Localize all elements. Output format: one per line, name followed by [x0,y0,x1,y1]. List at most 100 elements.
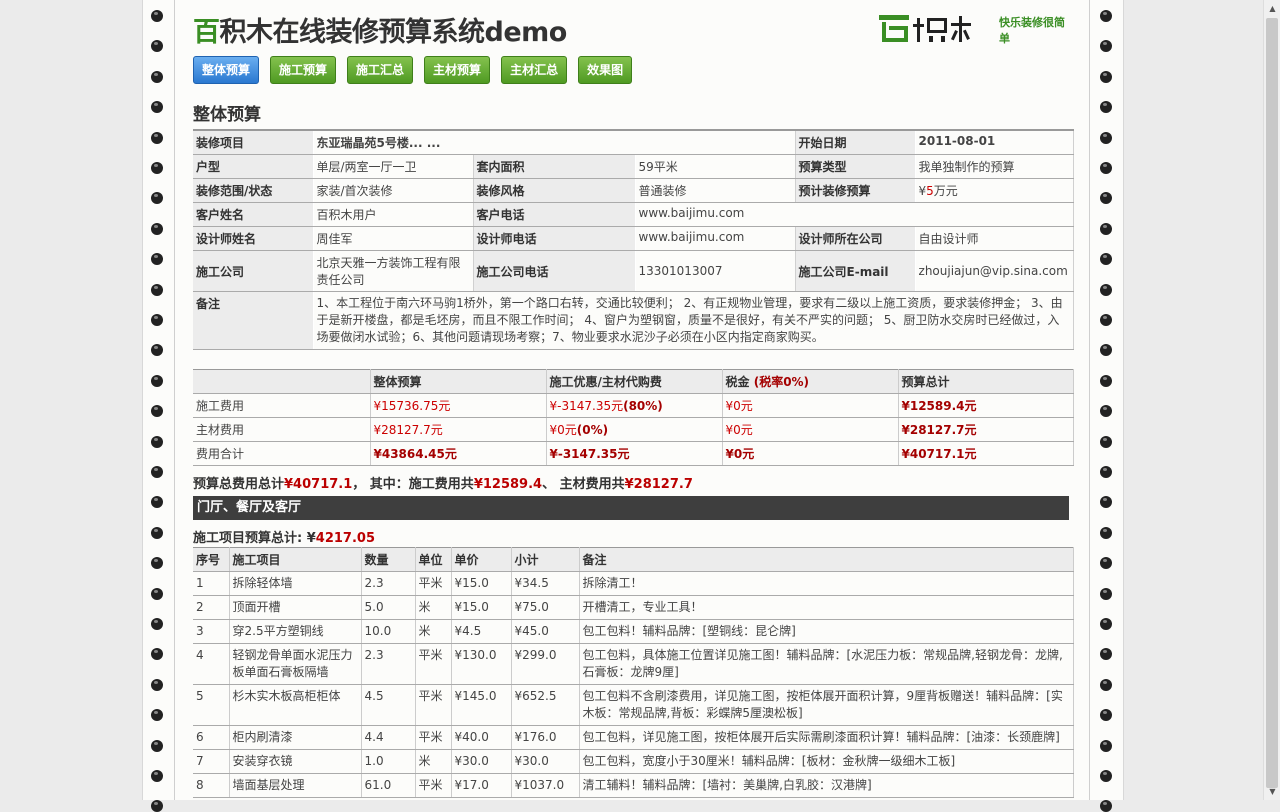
summary-discount: ¥-3147.35元 [546,441,723,466]
item-note: 包工包料！辅料品牌：[塑铜线：昆仑牌] [579,619,1074,644]
item-name: 顶面开槽 [229,595,362,620]
tab-construction-summary[interactable]: 施工汇总 [347,56,414,84]
item-unit: 平米 [415,571,452,596]
vertical-scrollbar[interactable]: ▲ ▼ [1263,0,1280,800]
tab-material-budget[interactable]: 主材预算 [424,56,491,84]
item-note: 开槽清工，专业工具！ [579,595,1074,620]
info-row: 装修项目 东亚瑞晶苑5号楼... ... 开始日期 2011-08-01 [193,130,1074,155]
info-label: 装修范围/状态 [193,178,314,203]
logo-graphic [879,15,971,42]
item-qty: 1.0 [361,749,416,774]
item-unit: 米 [415,749,452,774]
perforation-hole [1100,648,1112,661]
summary-tax: ¥0元 [722,417,899,442]
item-name: 拆除轻体墙 [229,571,362,596]
item-sub: ¥299.0 [511,643,580,685]
perforation-hole [1100,618,1112,630]
info-value: 单层/两室一厅一卫 [313,154,474,179]
info-label: 设计师姓名 [193,226,314,251]
item-unit: 平米 [415,684,452,726]
budget-summary-table: 整体预算 施工优惠/主材代购费 税金 (税率0%) 预算总计 施工费用 ¥157… [193,369,1074,466]
tab-overall-budget[interactable]: 整体预算 [193,56,260,84]
summary-row: 主材费用 ¥28127.7元 ¥0元(0%) ¥0元 ¥28127.7元 [193,417,1074,442]
info-value: 家装/首次装修 [313,178,474,203]
item-price: ¥40.0 [451,725,512,750]
summary-budget: ¥43864.45元 [370,441,547,466]
info-label: 预计装修预算 [795,178,916,203]
perforation-hole [151,131,163,144]
info-value: 东亚瑞晶苑5号楼... ... [313,130,796,155]
perforation-hole [1100,222,1112,235]
column-header: 施工优惠/主材代购费 [546,369,723,394]
summary-tax: ¥0元 [722,393,899,418]
item-name: 安装穿衣镜 [229,749,362,774]
summary-discount: ¥-3147.35元(80%) [546,393,723,418]
info-value: 普通装修 [635,178,796,203]
scrollbar-thumb[interactable] [1266,18,1278,788]
item-qty: 10.0 [361,619,416,644]
info-label: 设计师电话 [473,226,636,251]
item-unit: 平米 [415,643,452,685]
perforation-hole [1100,374,1112,387]
summary-row: 施工费用 ¥15736.75元 ¥-3147.35元(80%) ¥0元 ¥125… [193,393,1074,418]
item-price: ¥15.0 [451,595,512,620]
scroll-up-arrow-icon[interactable]: ▲ [1264,0,1280,17]
info-row: 客户姓名 百积木用户 客户电话 www.baijimu.com [193,202,1074,227]
item-name: 杉木实木板高柜柜体 [229,684,362,726]
page-content: 百积木在线装修预算系统demo 快乐装修很简单 整体预算 施工预算 施工汇总 主… [193,0,1074,798]
table-row: 6 柜内刷清漆 4.4 平米 ¥40.0 ¥176.0 包工包料，详见施工图，按柜体展开后实… [193,725,1074,750]
info-value: 周佳军 [313,226,474,251]
column-header: 预算总计 [898,369,1074,394]
room-subtotal: 施工项目预算总计: ¥4217.05 [193,531,375,546]
info-value: 百积木用户 [313,202,474,227]
info-value: 我单独制作的预算 [915,154,1074,179]
table-row: 2 顶面开槽 5.0 米 ¥15.0 ¥75.0 开槽清工，专业工具！ [193,595,1074,620]
perforation-hole [151,40,163,53]
item-qty: 5.0 [361,595,416,620]
item-unit: 平米 [415,725,452,750]
perforation-right [1100,0,1114,812]
column-header: 数量 [361,547,416,572]
perforation-hole [1100,162,1112,174]
info-value: 1、本工程位于南六环马驹1桥外，第一个路口右转，交通比较便利； 2、有正规物业管… [313,291,1074,350]
column-header: 整体预算 [370,369,547,394]
perforation-hole [1100,770,1112,782]
tab-material-summary[interactable]: 主材汇总 [501,56,568,84]
item-price: ¥15.0 [451,571,512,596]
summary-label: 施工费用 [193,393,371,418]
perforation-hole [151,557,163,570]
item-price: ¥30.0 [451,749,512,774]
perforation-hole [151,283,163,296]
info-value: 自由设计师 [915,226,1074,251]
summary-discount: ¥0元(0%) [546,417,723,442]
scroll-down-arrow-icon[interactable]: ▼ [1264,783,1280,800]
column-header: 施工项目 [229,547,362,572]
perforation-hole [1100,466,1112,478]
perforation-hole [151,739,163,752]
info-label: 客户电话 [473,202,636,227]
info-label: 装修风格 [473,178,636,203]
item-unit: 平米 [415,773,452,798]
perforation-hole [151,435,163,448]
table-row: 8 墙面基层处理 61.0 平米 ¥17.0 ¥1037.0 清工辅料！辅料品牌：[墙衬：美… [193,773,1074,798]
summary-tax: ¥0元 [722,441,899,466]
section-heading: 整体预算 [193,105,261,125]
perforation-hole [1100,405,1112,418]
info-value: ¥5万元 [915,178,1074,203]
info-label: 备注 [193,291,314,350]
page-header: 百积木在线装修预算系统demo 快乐装修很简单 [193,0,1073,54]
slogan: 快乐装修很简单 [999,16,1065,45]
item-sub: ¥45.0 [511,619,580,644]
info-row: 户型 单层/两室一厅一卫 套内面积 59平米 预算类型 我单独制作的预算 [193,154,1074,179]
perforation-hole [1100,678,1112,691]
perforation-hole [151,344,163,357]
perforation-hole [151,222,163,235]
brand-logo[interactable] [879,12,989,44]
tab-renderings[interactable]: 效果图 [578,56,633,84]
perforation-hole [1100,70,1112,83]
item-no: 7 [193,749,230,774]
info-label: 施工公司E-mail [795,250,916,292]
info-label: 施工公司 [193,250,314,292]
tab-construction-budget[interactable]: 施工预算 [270,56,337,84]
perforation-hole [1100,40,1112,53]
